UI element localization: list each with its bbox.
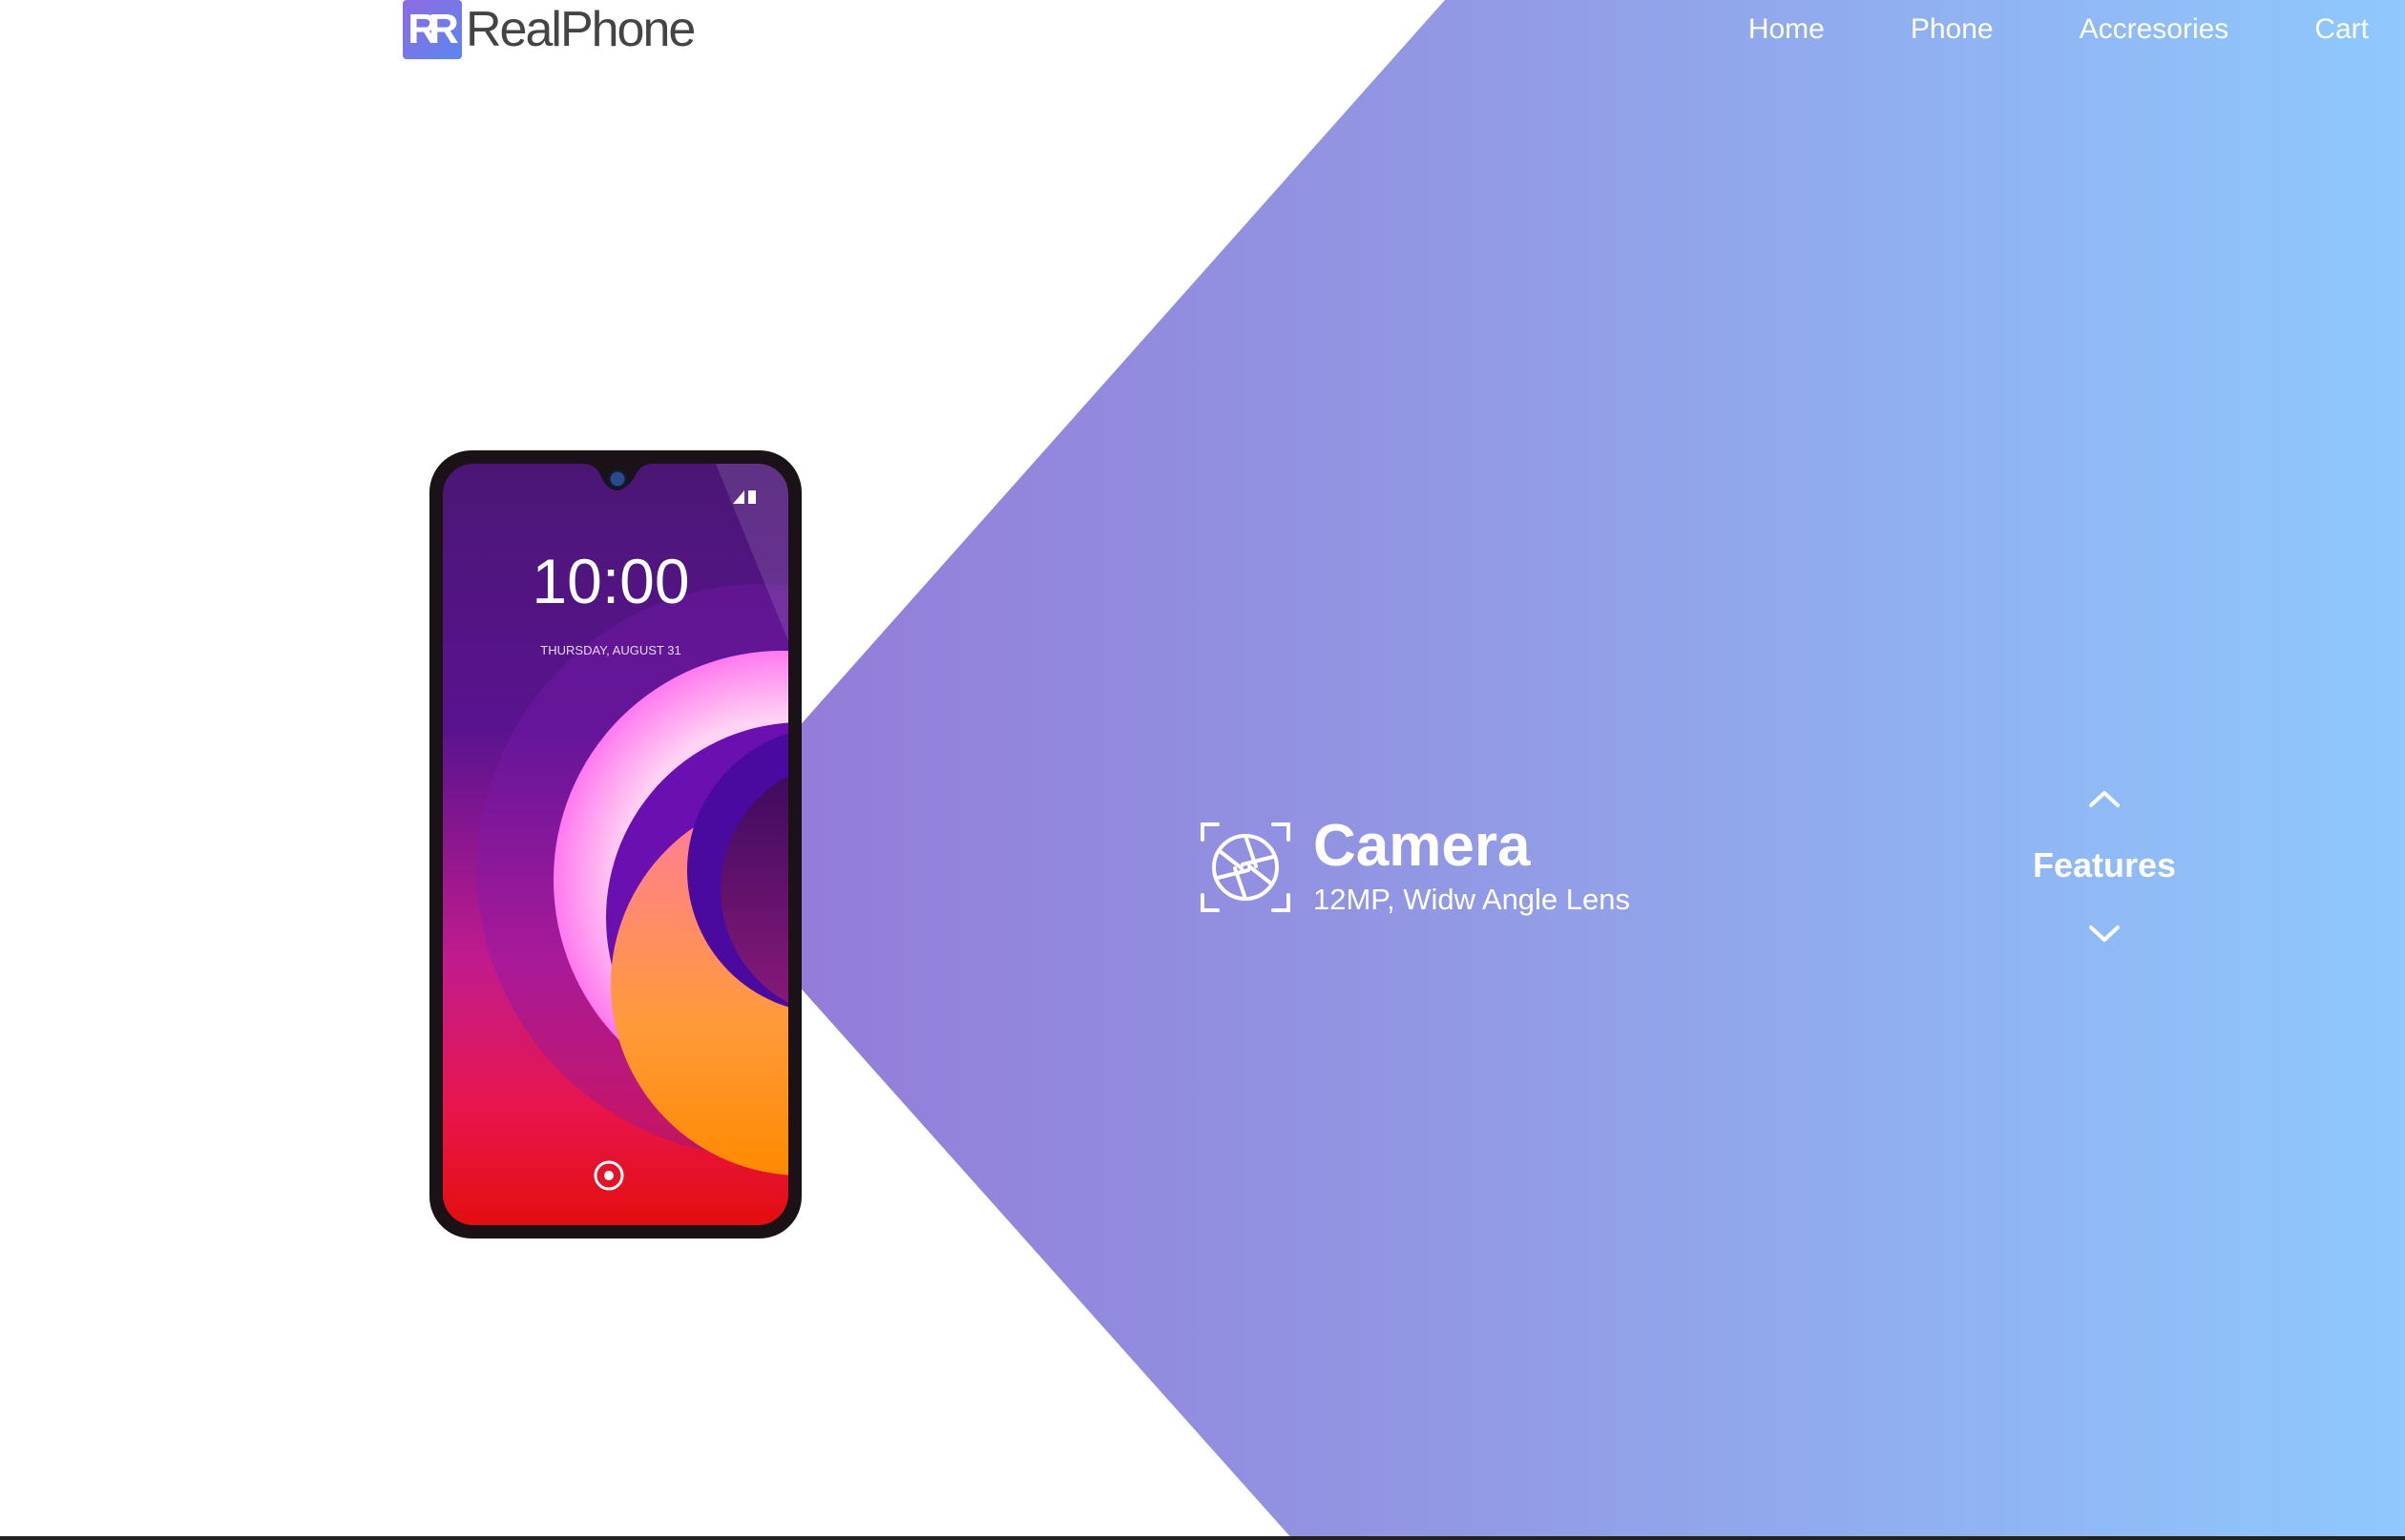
feature-title: Camera [1313,813,1531,879]
nav-home-link[interactable]: Home [1748,13,1825,46]
chevron-up-icon[interactable] [2087,788,2122,809]
main-nav: Home Phone Accresories Cart [1748,13,2369,46]
bottom-border [0,1536,2405,1540]
logo-mark: RR [403,0,462,59]
feature-text: Camera 12MP, Widw Angle Lens [1313,816,1630,919]
nav-accessories-link[interactable]: Accresories [2080,13,2229,46]
gradient-background-shape [796,0,2405,1540]
phone-clock: 10:00 [532,546,689,616]
camera-aperture-icon [1201,822,1290,912]
chevron-down-icon[interactable] [2087,924,2122,945]
page: RR RealPhone Home Phone Accresories Cart [0,0,2405,1540]
nav-cart-link[interactable]: Cart [2314,13,2369,46]
feature-subtitle: 12MP, Widw Angle Lens [1313,883,1631,916]
phone-image: 10:00 THURSDAY, AUGUST 31 [429,450,802,1238]
feature-switcher: Features [2004,788,2205,945]
brand-logo[interactable]: RR RealPhone [403,0,696,59]
nav-phone-link[interactable]: Phone [1911,13,1994,46]
switcher-label: Features [2032,845,2177,884]
feature-block: Camera 12MP, Widw Angle Lens [1199,816,1630,919]
phone-date: THURSDAY, AUGUST 31 [540,643,680,657]
brand-name: RealPhone [466,2,696,57]
